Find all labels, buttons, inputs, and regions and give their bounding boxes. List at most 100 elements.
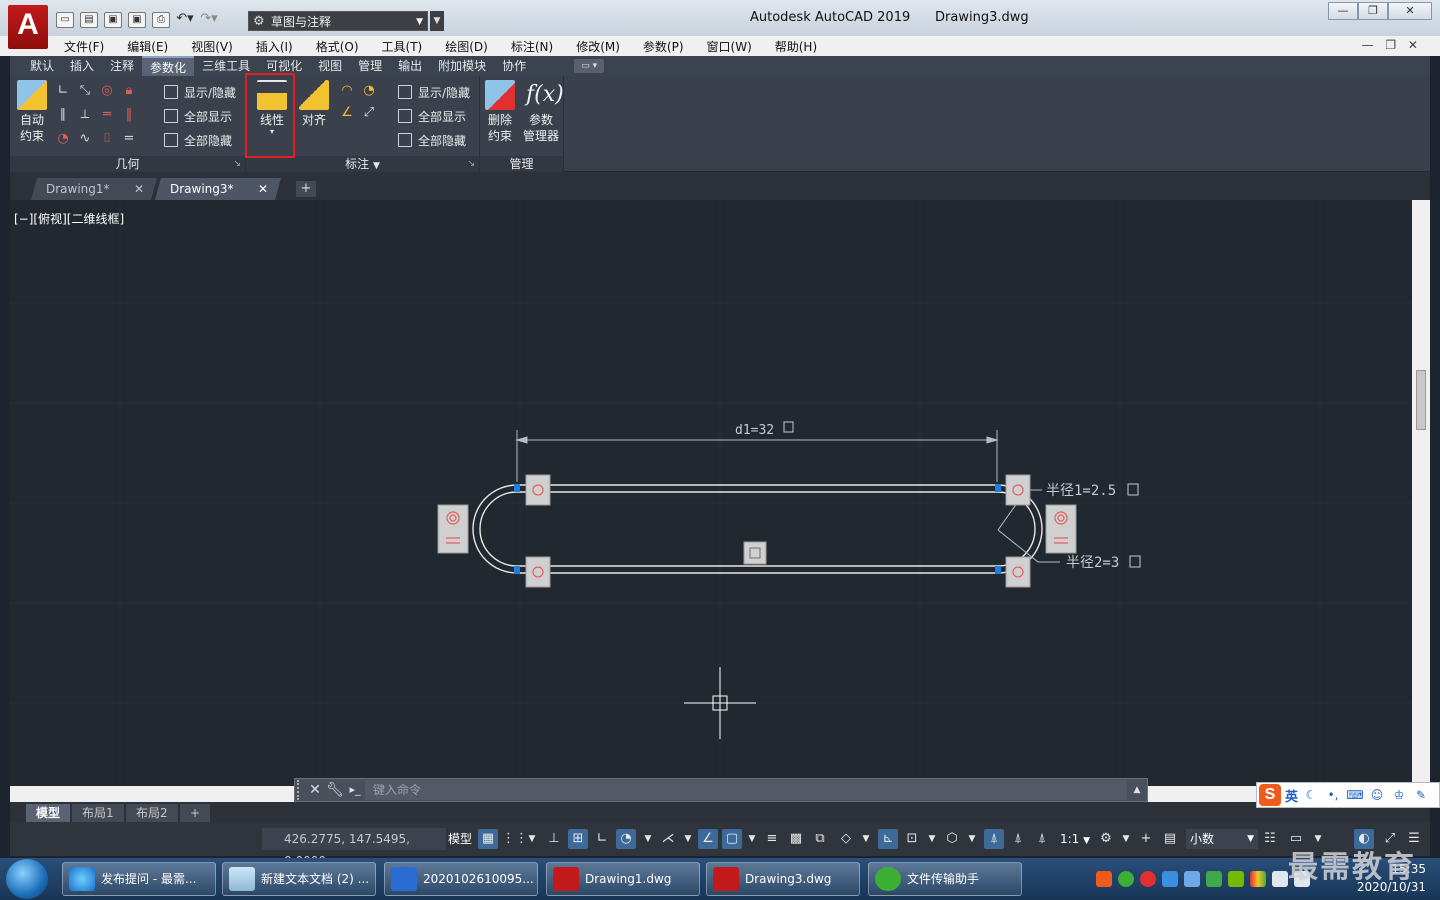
geometry-show-hide-button[interactable]: 显示/隐藏: [164, 82, 236, 102]
ortho-icon[interactable]: ∟: [592, 829, 612, 849]
task-word[interactable]: 2020102610095...: [384, 862, 538, 896]
user-icon[interactable]: ☺: [1368, 788, 1386, 802]
wrench-icon[interactable]: ✎: [1412, 788, 1430, 802]
menu-item-7[interactable]: 标注(N): [511, 38, 553, 55]
coordinates-readout[interactable]: 426.2775, 147.5495, 0.0000: [262, 828, 446, 868]
save-icon[interactable]: ▣: [104, 12, 122, 28]
task-drawing1[interactable]: Drawing1.dwg: [546, 862, 700, 896]
auto-constrain-button[interactable]: 自动 约束: [14, 80, 50, 152]
menu-item-6[interactable]: 绘图(D): [445, 38, 488, 55]
polar-tracking-icon[interactable]: ◔: [616, 829, 636, 849]
tab-layout1[interactable]: 布局1: [72, 804, 124, 822]
menu-item-0[interactable]: 文件(F): [64, 38, 104, 55]
annotation-visibility-icon[interactable]: ⍋: [984, 829, 1004, 849]
wrench-icon[interactable]: 🔧︎: [325, 780, 345, 800]
auto-scale-icon[interactable]: ⍋: [1008, 829, 1028, 849]
drag-handle[interactable]: [297, 780, 305, 800]
menu-item-5[interactable]: 工具(T): [382, 38, 423, 55]
radius2-text[interactable]: 半径2=3: [1066, 555, 1119, 571]
weibo-tray-icon[interactable]: [1140, 871, 1156, 887]
geometry-show-all-button[interactable]: 全部显示: [164, 106, 232, 126]
vertical-icon[interactable]: ‖: [120, 106, 138, 124]
dynamic-input-icon[interactable]: ⊞: [568, 829, 588, 849]
start-button[interactable]: [6, 859, 48, 899]
sogou-ime-logo[interactable]: S: [1259, 784, 1281, 806]
dimension-show-all-button[interactable]: 全部显示: [398, 106, 466, 126]
model-space-button[interactable]: 模型: [448, 828, 472, 850]
geometry-hide-all-button[interactable]: 全部隐藏: [164, 130, 232, 150]
dimension-d1-text[interactable]: d1=32: [735, 423, 774, 438]
keyboard-icon[interactable]: ⌨: [1346, 788, 1364, 802]
panel-title-geometry[interactable]: 几何 ↘: [10, 156, 245, 172]
doc-tab-drawing1[interactable]: Drawing1* ✕: [31, 178, 157, 200]
chevron-down-icon[interactable]: ▼: [962, 829, 982, 849]
ucs-icon[interactable]: ⊾: [878, 829, 898, 849]
tab-layout2[interactable]: 布局2: [126, 804, 178, 822]
delete-constraints-button[interactable]: 删除 约束: [482, 80, 518, 152]
panel-title-dimension[interactable]: 标注 ▼ ↘: [246, 156, 479, 172]
ribbon-tab-0[interactable]: 默认: [22, 56, 62, 76]
chevron-down-icon[interactable]: ▼: [1116, 829, 1136, 849]
3d-object-snap-icon[interactable]: ◇: [836, 829, 856, 849]
panel-title-manage[interactable]: 管理: [480, 156, 563, 172]
wechat-tray-icon[interactable]: [1118, 871, 1134, 887]
menu-item-4[interactable]: 格式(O): [316, 38, 359, 55]
security-tray-icon[interactable]: [1162, 871, 1178, 887]
parameters-manager-button[interactable]: f(x) 参数 管理器: [520, 80, 564, 152]
snap-icon[interactable]: ⋮⋮: [502, 829, 528, 849]
task-drawing3[interactable]: Drawing3.dwg: [706, 862, 860, 896]
isodraft-icon[interactable]: ⋌: [658, 829, 678, 849]
chevron-down-icon[interactable]: ▼: [742, 829, 762, 849]
punctuation-icon[interactable]: •,: [1324, 788, 1342, 802]
radius-dimension-icon[interactable]: ◠: [338, 82, 356, 100]
quick-access-more-button[interactable]: ▼: [430, 11, 444, 31]
chevron-down-icon[interactable]: ▼: [522, 829, 542, 849]
doc-tab-drawing3[interactable]: Drawing3* ✕: [155, 178, 281, 200]
vertical-scrollbar[interactable]: [1412, 200, 1430, 786]
open-file-icon[interactable]: ▤: [80, 12, 98, 28]
symmetric-icon[interactable]: ⌷: [98, 130, 116, 148]
close-icon[interactable]: ✕: [258, 178, 268, 200]
chevron-down-icon[interactable]: ▼: [922, 829, 942, 849]
menu-item-10[interactable]: 窗口(W): [707, 38, 752, 55]
task-ie[interactable]: 发布提问 - 最需...: [62, 862, 216, 896]
smooth-icon[interactable]: ∿: [76, 130, 94, 148]
annotation-scale-value[interactable]: 1:1 ▼: [1060, 829, 1090, 851]
print-icon[interactable]: ⎙: [152, 12, 170, 28]
menu-item-3[interactable]: 插入(I): [256, 38, 293, 55]
quick-properties-icon[interactable]: ☷: [1260, 829, 1280, 849]
gizmo-icon[interactable]: ⊡: [902, 829, 922, 849]
ribbon-tab-3[interactable]: 参数化: [142, 56, 195, 76]
box-tray-icon[interactable]: [1184, 871, 1200, 887]
close-button[interactable]: ✕: [1388, 2, 1432, 20]
menu-item-1[interactable]: 编辑(E): [127, 38, 168, 55]
menu-item-11[interactable]: 帮助(H): [775, 38, 817, 55]
color-tray-icon[interactable]: [1250, 871, 1266, 887]
ime-language[interactable]: 英: [1285, 786, 1298, 805]
chevron-up-icon[interactable]: ▲: [1127, 780, 1147, 800]
close-icon[interactable]: ✕: [305, 780, 325, 800]
ribbon-tab-8[interactable]: 输出: [390, 56, 430, 76]
ribbon-tab-1[interactable]: 插入: [62, 56, 102, 76]
plus-icon[interactable]: +: [1136, 829, 1156, 849]
moon-icon[interactable]: ☾: [1302, 788, 1320, 802]
restore-button[interactable]: ❐: [1358, 2, 1388, 20]
dimension-hide-all-button[interactable]: 全部隐藏: [398, 130, 466, 150]
diameter-dimension-icon[interactable]: ◔: [360, 82, 378, 100]
infer-constraints-icon[interactable]: ⊥: [544, 829, 564, 849]
close-icon[interactable]: ✕: [134, 178, 144, 200]
leaf-tray-icon[interactable]: [1206, 871, 1222, 887]
lineweight-icon[interactable]: ≡: [762, 829, 782, 849]
perpendicular-icon[interactable]: ⟂: [76, 106, 94, 124]
transparency-icon[interactable]: ▩: [786, 829, 806, 849]
task-wechat[interactable]: 文件传输助手: [868, 862, 1022, 896]
radius1-text[interactable]: 半径1=2.5: [1046, 483, 1116, 499]
new-file-icon[interactable]: ▭: [56, 12, 74, 28]
menu-item-9[interactable]: 参数(P): [643, 38, 684, 55]
dialog-launcher-icon[interactable]: ↘: [233, 156, 241, 172]
ribbon-tab-9[interactable]: 附加模块: [430, 56, 494, 76]
dialog-launcher-icon[interactable]: ↘: [467, 156, 475, 172]
parallel-icon[interactable]: ∥: [54, 106, 72, 124]
object-snap-tracking-icon[interactable]: ∠: [698, 829, 718, 849]
annotation-monitor-icon[interactable]: ⬡: [942, 829, 962, 849]
